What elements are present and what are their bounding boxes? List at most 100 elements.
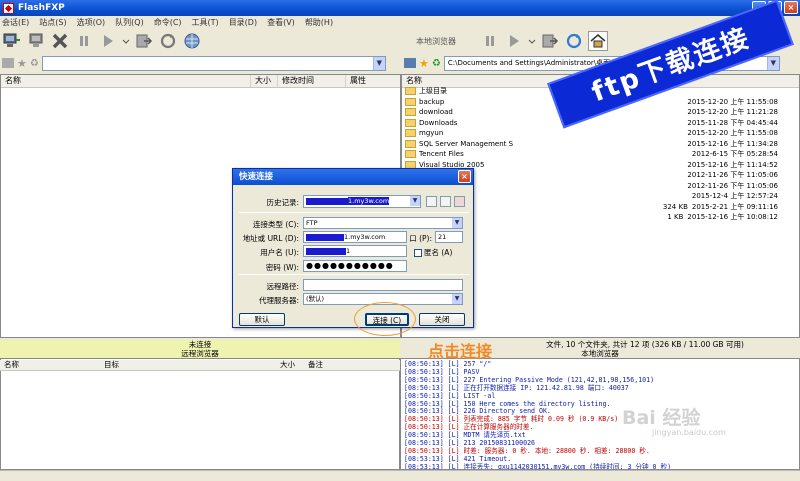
file-row[interactable]: mgyun 2015-12-20 上午 11:55:08 — [403, 128, 798, 139]
globe-icon — [184, 33, 200, 49]
remote-path-input[interactable] — [303, 279, 463, 291]
file-date: 2015-12-16 上午 11:34:28 — [687, 139, 778, 148]
folder-icon — [405, 108, 416, 117]
menu-view[interactable]: 查看(V) — [267, 17, 295, 28]
queue-panel[interactable] — [0, 358, 400, 470]
remote-browser-label: 远程浏览器 — [181, 349, 219, 358]
close-button[interactable]: × — [784, 1, 798, 14]
file-date: 2015-2-21 上午 09:11:16 — [691, 202, 778, 211]
folder-icon — [405, 97, 416, 106]
menu-tools[interactable]: 工具(T) — [192, 17, 219, 28]
dialog-title: 快速连接 — [239, 172, 274, 182]
history-select[interactable]: 1.my3w.com ▼ — [303, 195, 421, 208]
col-size[interactable]: 大小 — [251, 75, 278, 87]
local-change-folder-button[interactable] — [540, 31, 560, 51]
globe-button[interactable] — [182, 31, 202, 51]
file-date: 2015-12-4 上午 12:57:24 — [691, 192, 778, 201]
file-date: 2015-12-20 上午 11:55:08 — [687, 97, 778, 106]
connect-button[interactable] — [2, 31, 22, 51]
file-date: 2015-12-20 上午 11:55:08 — [687, 129, 778, 138]
file-name: Downloads — [419, 118, 458, 127]
address-label: 地址或 URL (D): — [242, 234, 299, 243]
default-button[interactable]: 默认 — [239, 313, 285, 326]
dialog-close-button[interactable]: 关闭 — [419, 313, 465, 326]
abort-button[interactable] — [50, 31, 70, 51]
checkbox-box[interactable] — [414, 248, 422, 257]
transfer-button[interactable] — [98, 31, 118, 51]
play-icon — [104, 35, 113, 47]
file-date: 2012-11-26 下午 11:05:06 — [687, 171, 778, 180]
file-date: 2015-11-28 下午 04:45:44 — [687, 118, 778, 127]
port-input[interactable]: 21 — [435, 231, 463, 243]
redacted-text — [306, 247, 346, 255]
history-edit-icon[interactable] — [440, 196, 451, 207]
file-name: mgyun — [419, 129, 444, 138]
queue-col-target[interactable]: 目标 — [100, 360, 276, 370]
refresh-button[interactable] — [158, 31, 178, 51]
file-name: SQL Server Management S — [419, 139, 514, 148]
pause-button[interactable] — [74, 31, 94, 51]
remote-path-label: 远程路径: — [266, 282, 299, 291]
redacted-text — [306, 197, 348, 205]
chevron-down-icon[interactable]: ▼ — [372, 56, 385, 70]
history-list-icon[interactable] — [426, 196, 437, 207]
redacted-text — [306, 233, 344, 241]
queue-col-name[interactable]: 名称 — [0, 360, 100, 370]
folder-arrow-icon — [542, 34, 559, 48]
file-row[interactable]: SQL Server Management S 2015-12-16 上午 11:… — [403, 139, 798, 150]
local-pause-button[interactable] — [480, 31, 500, 51]
baidu-watermark: Bai 经验 — [622, 407, 701, 429]
menu-help[interactable]: 帮助(H) — [305, 17, 333, 28]
col-attr[interactable]: 属性 — [346, 75, 400, 87]
home-icon — [590, 34, 606, 48]
remote-column-header: 名称 大小 修改时间 属性 — [1, 75, 400, 88]
password-input[interactable]: ●●●●●●●●●●● — [303, 260, 407, 272]
highlight-circle — [354, 302, 416, 336]
menu-directory[interactable]: 目录(D) — [229, 17, 257, 28]
flashfxp-logo-icon — [3, 2, 14, 14]
queue-col-size[interactable]: 大小 — [276, 360, 304, 370]
session-log[interactable]: [08:50:13] [L] 257 "/" [08:50:13] [L] PAS… — [400, 358, 800, 470]
folder-arrow-icon — [136, 34, 153, 48]
conn-type-select[interactable]: FTP ▼ — [303, 217, 463, 229]
file-date: 2012-6-15 下午 05:28:54 — [691, 150, 778, 159]
remote-address-bar: ★ ♻ ▼ — [2, 54, 400, 72]
menu-session[interactable]: 会话(E) — [2, 17, 29, 28]
favorite-star-icon[interactable]: ★ — [419, 57, 429, 70]
disconnect-button[interactable] — [26, 31, 46, 51]
col-name[interactable]: 名称 — [1, 75, 251, 87]
favorite-star-icon[interactable]: ★ — [17, 57, 27, 70]
file-row[interactable]: Downloads 2015-11-28 下午 04:45:44 — [403, 118, 798, 129]
local-refresh-button[interactable] — [564, 31, 584, 51]
menu-options[interactable]: 选项(O) — [77, 17, 106, 28]
click-connect-annotation: 点击连接 — [428, 342, 493, 361]
local-transfer-dropdown[interactable] — [528, 31, 536, 51]
port-label: 口 (P): — [409, 234, 432, 243]
local-browser-label: 本地浏览器 — [416, 36, 456, 46]
dialog-close-icon[interactable]: × — [458, 170, 471, 183]
remote-path-input[interactable]: ▼ — [41, 55, 386, 71]
recycle-icon[interactable]: ♻ — [432, 58, 441, 69]
menu-queue[interactable]: 队列(Q) — [115, 17, 144, 28]
refresh-icon — [566, 33, 582, 49]
chevron-down-icon[interactable]: ▼ — [766, 56, 779, 70]
queue-col-note[interactable]: 备注 — [304, 360, 364, 370]
transfer-dropdown[interactable] — [122, 31, 130, 51]
username-input[interactable]: 1 — [303, 245, 407, 257]
change-folder-button[interactable] — [134, 31, 154, 51]
title-bar: FlashFXP _ □ × — [0, 0, 800, 16]
file-row[interactable]: Tencent Files 2012-6-15 下午 05:28:54 — [403, 149, 798, 160]
local-transfer-button[interactable] — [504, 31, 524, 51]
history-delete-icon[interactable] — [454, 196, 465, 207]
anonymous-checkbox[interactable]: 匿名 (A) — [414, 247, 452, 258]
local-folder-icon[interactable] — [404, 58, 416, 68]
menu-site[interactable]: 站点(S) — [39, 17, 66, 28]
menu-commands[interactable]: 命令(C) — [154, 17, 182, 28]
home-button[interactable] — [588, 31, 608, 51]
history-label: 历史记录: — [266, 198, 299, 207]
remote-folder-icon[interactable] — [2, 58, 14, 68]
recycle-icon[interactable]: ♻ — [30, 58, 39, 69]
address-input[interactable]: 1.my3w.com — [303, 231, 407, 243]
col-modified[interactable]: 修改时间 — [278, 75, 346, 87]
folder-icon — [405, 118, 416, 127]
